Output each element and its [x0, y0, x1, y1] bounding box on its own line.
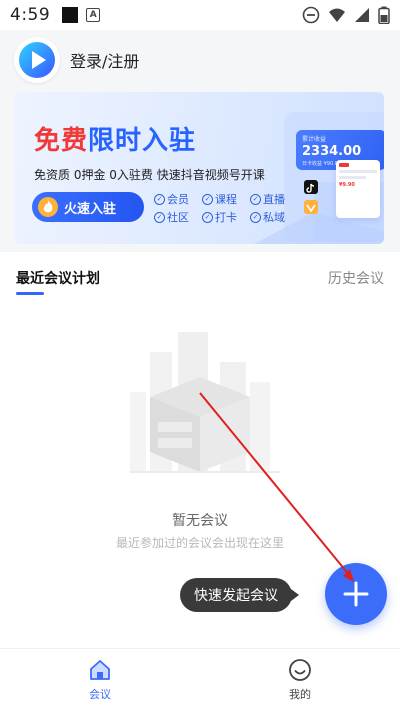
- a-notification-icon: A: [86, 8, 101, 22]
- course-price: ¥9.90: [339, 182, 355, 188]
- plus-icon: [343, 581, 369, 607]
- bottom-nav: 会议 我的: [0, 648, 400, 710]
- battery-icon: [378, 6, 390, 24]
- tab-recent-meetings[interactable]: 最近会议计划: [16, 268, 100, 288]
- empty-box-illustration: [130, 332, 280, 473]
- banner-title: 免费限时入驻: [34, 120, 196, 157]
- header: 登录/注册: [0, 30, 400, 90]
- check-icon: ✓: [250, 193, 261, 205]
- nav-mine-label: 我的: [289, 687, 311, 701]
- feature-item: ✓ 私域: [250, 209, 290, 225]
- empty-description: 最近参加过的会议会出现在这里: [115, 536, 284, 550]
- notification-square-icon: [62, 7, 79, 23]
- status-time: 4:59: [10, 5, 51, 25]
- nav-meeting-label: 会议: [89, 687, 111, 701]
- check-icon: ✓: [202, 211, 213, 223]
- feature-grid: ✓ 会员 ✓ 课程 ✓ 直播 ✓ 社区 ✓ 打卡 ✓ 私域: [154, 191, 290, 225]
- feature-item: ✓ 社区: [154, 209, 194, 225]
- join-now-button[interactable]: 火速入驻: [32, 192, 144, 222]
- status-bar: 4:59 A: [0, 0, 400, 30]
- nav-meeting[interactable]: 会议: [0, 649, 200, 710]
- fire-icon: [38, 197, 58, 217]
- app-logo[interactable]: [14, 37, 60, 83]
- do-not-disturb-icon: [302, 6, 320, 24]
- home-icon: [90, 659, 110, 680]
- earnings-label: 累计收益: [302, 136, 327, 143]
- tab-history-meetings[interactable]: 历史会议: [328, 268, 384, 288]
- empty-title: 暂无会议: [172, 513, 228, 529]
- add-meeting-button[interactable]: [325, 563, 387, 625]
- feature-item: ✓ 打卡: [202, 209, 242, 225]
- wifi-icon: [329, 8, 345, 22]
- course-tag: [339, 163, 349, 167]
- feature-item: ✓ 会员: [154, 191, 194, 207]
- banner-title-limited: 限时入驻: [88, 126, 197, 156]
- check-icon: ✓: [154, 193, 165, 205]
- banner-title-free: 免费: [34, 126, 89, 156]
- check-icon: ✓: [154, 211, 165, 223]
- check-icon: ✓: [202, 193, 213, 205]
- quick-start-tooltip: 快速发起会议: [180, 578, 299, 612]
- promo-banner[interactable]: 免费限时入驻 免资质 0押金 0入驻费 快速抖音视频号开课 火速入驻 ✓ 会员 ✓…: [14, 92, 384, 244]
- tab-active-indicator: [16, 292, 44, 295]
- channels-icon: [304, 200, 318, 214]
- course-card: ¥9.90: [336, 160, 380, 218]
- banner-subtitle: 免资质 0押金 0入驻费 快速抖音视频号开课: [34, 168, 265, 182]
- feature-item: ✓ 直播: [250, 191, 290, 207]
- tiktok-icon: [304, 180, 318, 194]
- feature-item: ✓ 课程: [202, 191, 242, 207]
- login-register-link[interactable]: 登录/注册: [70, 48, 139, 72]
- join-now-label: 火速入驻: [64, 201, 117, 217]
- nav-mine[interactable]: 我的: [200, 649, 400, 710]
- smile-icon: [289, 658, 311, 681]
- check-icon: ✓: [250, 211, 261, 223]
- banner-area: 免费限时入驻 免资质 0押金 0入驻费 快速抖音视频号开课 火速入驻 ✓ 会员 ✓…: [0, 90, 400, 252]
- earnings-value: 2334.00: [302, 144, 362, 159]
- play-logo-icon: [19, 42, 55, 78]
- meeting-tabs: 最近会议计划 历史会议: [0, 252, 400, 302]
- signal-icon: [355, 8, 369, 22]
